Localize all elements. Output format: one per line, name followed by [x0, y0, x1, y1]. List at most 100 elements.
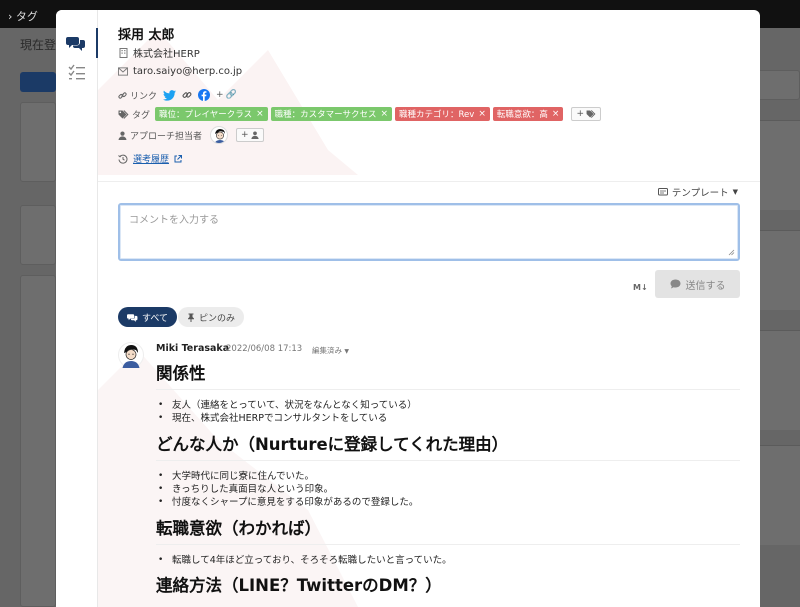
links-label-group: リンク: [118, 89, 157, 102]
author-avatar: [118, 342, 144, 368]
background-card: [757, 120, 800, 210]
edited-dropdown[interactable]: 編集済み ▼: [312, 345, 349, 356]
add-tag-button[interactable]: +: [571, 107, 601, 121]
building-icon: [118, 47, 128, 58]
tags-icon: [586, 110, 596, 118]
section-list: 転職して4年ほど立っており、そろそろ転職したいと言っていた。: [156, 554, 740, 567]
twitter-icon[interactable]: [163, 89, 177, 101]
filter-pinned-label: ピンのみ: [199, 313, 236, 324]
list-item: 現在、株式会社HERPでコンサルタントをしている: [156, 412, 740, 425]
links-row: リンク + 🔗: [118, 88, 237, 102]
email-row: taro.saiyo@herp.co.jp: [118, 66, 242, 77]
email-address[interactable]: taro.saiyo@herp.co.jp: [133, 66, 242, 77]
approach-label-group: アプローチ担当者: [118, 129, 202, 142]
list-item: 友人（連絡をとっていて、状況をなんとなく知っている）: [156, 399, 740, 412]
remove-tag-icon[interactable]: ×: [478, 109, 486, 119]
list-item: 転職して4年ほど立っており、そろそろ転職したいと言っていた。: [156, 554, 740, 567]
tasks-tab[interactable]: [56, 57, 98, 87]
tag-chip[interactable]: 職位：プレイヤークラス ×: [155, 107, 268, 121]
section-heading: どんな人か（Nurtureに登録してくれた理由）: [156, 431, 740, 461]
list-item: 忖度なくシャープに意見をする印象があるので登録した。: [156, 496, 740, 509]
comment-date: 2022/06/08 17:13: [226, 344, 303, 354]
tags-row: タグ 職位：プレイヤークラス × 職種：カスタマーサクセス × 職種カテゴリ：Rev × 転…: [118, 107, 601, 121]
background-card: [757, 445, 800, 545]
markdown-icon: M↓: [633, 283, 648, 292]
add-assignee-button[interactable]: +: [236, 128, 264, 142]
user-icon: [251, 131, 259, 139]
comment-section: 転職意欲（わかれば） 転職して4年ほど立っており、そろそろ転職したいと言っていた…: [156, 515, 740, 567]
user-icon: [118, 131, 127, 140]
approach-row: アプローチ担当者 +: [118, 126, 264, 144]
tag-label: 職種：カスタマーサクセス: [274, 110, 377, 120]
chevron-right-icon: ›: [8, 10, 13, 23]
remove-tag-icon[interactable]: ×: [256, 109, 264, 119]
resize-handle-icon[interactable]: [728, 249, 735, 256]
background-page-title: 現在登: [20, 38, 57, 52]
background-filter-panel: [20, 102, 56, 182]
remove-tag-icon[interactable]: ×: [552, 109, 560, 119]
facebook-icon[interactable]: [198, 89, 211, 101]
background-primary-button: [20, 72, 56, 92]
tag-chip[interactable]: 職種カテゴリ：Rev ×: [395, 107, 490, 121]
approach-label: アプローチ担当者: [130, 131, 203, 142]
link-icon: [118, 91, 127, 99]
send-label: 送信する: [685, 280, 726, 292]
topbar-label: タグ: [15, 10, 38, 23]
comments-tab[interactable]: [56, 28, 98, 58]
tag-chip[interactable]: 転職意欲：高 ×: [492, 107, 564, 121]
add-link-button[interactable]: + 🔗: [216, 88, 237, 102]
list-item: きっちりした真面目な人という印象。: [156, 483, 740, 496]
comment-section: どんな人か（Nurtureに登録してくれた理由） 大学時代に同じ寮に住んでいた。…: [156, 431, 740, 509]
company-row: 株式会社HERP: [118, 45, 200, 60]
tag-chip[interactable]: 職種：カスタマーサクセス ×: [270, 107, 393, 121]
template-label: テンプレート: [671, 188, 729, 199]
modal-content: 採用 太郎 株式会社HERP taro.saiyo@herp.co.jp リンク…: [98, 10, 760, 607]
comment-input[interactable]: コメントを入力する: [118, 203, 740, 261]
filter-all-label: すべて: [142, 313, 169, 324]
history-icon: [118, 154, 128, 164]
chain-link-icon[interactable]: [182, 90, 192, 100]
comment-icon: [670, 279, 680, 289]
edited-label: 編集済み: [312, 346, 342, 355]
remove-tag-icon[interactable]: ×: [380, 109, 388, 119]
send-button[interactable]: 送信する: [655, 270, 740, 298]
modal-side-rail: [56, 10, 98, 607]
comment-section: 関係性 友人（連絡をとっていて、状況をなんとなく知っている） 現在、株式会社HE…: [156, 360, 740, 425]
background-filter-panel: [20, 275, 56, 607]
background-card: [757, 230, 800, 310]
section-divider: [98, 181, 760, 182]
template-dropdown[interactable]: テンプレート ▼: [657, 185, 738, 199]
background-card: [757, 330, 800, 430]
background-refresh-button: [757, 70, 800, 100]
tag-label: 職種カテゴリ：Rev: [399, 110, 475, 120]
caret-down-icon: ▼: [732, 188, 738, 196]
comment-author: Miki Terasaka: [156, 343, 230, 354]
checklist-icon: [68, 64, 85, 80]
history-row: 選考履歴: [118, 152, 183, 165]
candidate-modal: 採用 太郎 株式会社HERP taro.saiyo@herp.co.jp リンク…: [56, 10, 760, 607]
comments-icon: [127, 313, 138, 322]
link-icon: 🔗: [225, 90, 237, 100]
filter-pinned-button[interactable]: ピンのみ: [178, 307, 245, 327]
list-item: 大学時代に同じ寮に住んでいた。: [156, 470, 740, 483]
tag-list: 職位：プレイヤークラス × 職種：カスタマーサクセス × 職種カテゴリ：Rev × 転職意欲…: [155, 107, 566, 121]
links-label: リンク: [130, 91, 158, 102]
history-link[interactable]: 選考履歴: [133, 152, 169, 165]
section-heading: 転職意欲（わかれば）: [156, 515, 740, 545]
candidate-name: 採用 太郎: [118, 28, 175, 43]
tag-label: 転職意欲：高: [496, 110, 548, 120]
message-icon: [657, 187, 668, 195]
filter-all-button[interactable]: すべて: [118, 307, 178, 327]
assignee-avatar[interactable]: [210, 126, 229, 144]
tags-label-group: タグ: [118, 108, 150, 121]
section-heading: 関係性: [156, 360, 740, 390]
section-list: 友人（連絡をとっていて、状況をなんとなく知っている） 現在、株式会社HERPでコ…: [156, 399, 740, 425]
tags-icon: [118, 109, 129, 119]
comment-section: 連絡方法（LINE？TwitterのDM？）: [156, 572, 740, 601]
section-heading: 連絡方法（LINE？TwitterのDM？）: [156, 576, 442, 595]
external-link-icon[interactable]: [174, 154, 183, 163]
envelope-icon: [118, 67, 128, 77]
company-name: 株式会社HERP: [133, 49, 200, 60]
comment-placeholder: コメントを入力する: [129, 215, 219, 226]
tags-label: タグ: [132, 110, 151, 121]
